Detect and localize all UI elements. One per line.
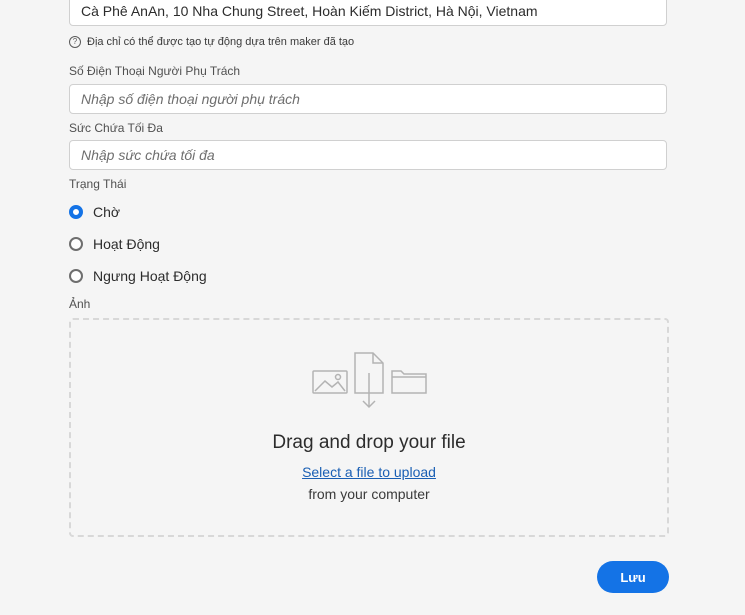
radio-unchecked-icon[interactable] xyxy=(69,237,83,251)
file-dropzone[interactable]: Drag and drop your file Select a file to… xyxy=(69,318,669,537)
status-option-hoat-dong[interactable]: Hoạt Động xyxy=(69,235,160,253)
phone-label: Số Điện Thoại Người Phụ Trách xyxy=(69,64,241,78)
address-hint: ? Địa chỉ có thể được tạo tự động dựa tr… xyxy=(69,34,354,50)
status-option-label: Ngưng Hoạt Động xyxy=(93,268,207,284)
status-option-label: Hoạt Động xyxy=(93,236,160,252)
address-hint-text: Địa chỉ có thể được tạo tự động dựa trên… xyxy=(87,36,355,48)
status-option-ngung-hoat-dong[interactable]: Ngưng Hoạt Động xyxy=(69,267,207,285)
save-button[interactable]: Lưu xyxy=(597,561,669,593)
radio-checked-icon[interactable] xyxy=(69,205,83,219)
dropzone-subtext: from your computer xyxy=(308,486,430,502)
select-file-link[interactable]: Select a file to upload xyxy=(302,464,436,480)
status-option-label: Chờ xyxy=(93,204,121,220)
status-label: Trạng Thái xyxy=(69,177,127,191)
help-circle-icon: ? xyxy=(69,36,81,48)
image-label: Ảnh xyxy=(69,297,91,311)
upload-illustration-icon xyxy=(312,352,427,409)
address-input[interactable] xyxy=(69,0,667,26)
capacity-input[interactable] xyxy=(69,140,667,170)
select-file-link-wrap: Select a file to upload xyxy=(71,464,667,480)
status-option-cho[interactable]: Chờ xyxy=(69,203,120,221)
capacity-label: Sức Chứa Tối Đa xyxy=(69,121,163,135)
dropzone-heading: Drag and drop your file xyxy=(272,432,466,453)
phone-input[interactable] xyxy=(69,84,667,114)
radio-unchecked-icon[interactable] xyxy=(69,269,83,283)
